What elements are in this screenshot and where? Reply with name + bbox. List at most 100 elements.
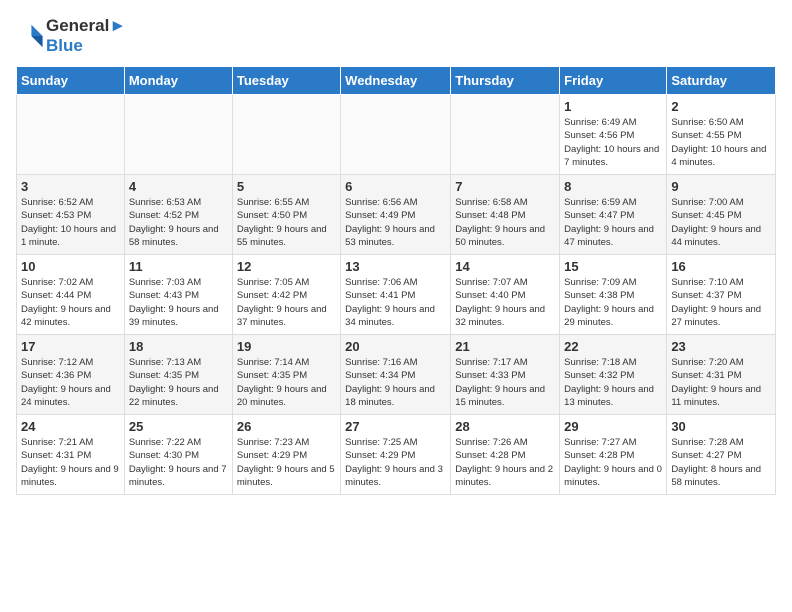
weekday-header: Saturday [667, 67, 776, 95]
day-info: Sunrise: 6:56 AM Sunset: 4:49 PM Dayligh… [345, 196, 446, 249]
day-number: 7 [455, 179, 555, 194]
day-info: Sunrise: 7:03 AM Sunset: 4:43 PM Dayligh… [129, 276, 228, 329]
calendar-week-row: 10 Sunrise: 7:02 AM Sunset: 4:44 PM Dayli… [17, 255, 776, 335]
day-number: 12 [237, 259, 336, 274]
calendar-cell [451, 95, 560, 175]
calendar-cell: 21 Sunrise: 7:17 AM Sunset: 4:33 PM Dayli… [451, 335, 560, 415]
weekday-header: Monday [124, 67, 232, 95]
calendar-cell: 16 Sunrise: 7:10 AM Sunset: 4:37 PM Dayli… [667, 255, 776, 335]
weekday-header: Sunday [17, 67, 125, 95]
calendar-cell: 30Sunrise: 7:28 AM Sunset: 4:27 PM Dayli… [667, 415, 776, 495]
calendar-cell: 17 Sunrise: 7:12 AM Sunset: 4:36 PM Dayli… [17, 335, 125, 415]
calendar-cell: 24 Sunrise: 7:21 AM Sunset: 4:31 PM Dayli… [17, 415, 125, 495]
day-info: Sunrise: 7:13 AM Sunset: 4:35 PM Dayligh… [129, 356, 228, 409]
day-number: 17 [21, 339, 120, 354]
day-number: 21 [455, 339, 555, 354]
calendar-cell [17, 95, 125, 175]
weekday-header: Wednesday [341, 67, 451, 95]
day-number: 25 [129, 419, 228, 434]
calendar-week-row: 3Sunrise: 6:52 AM Sunset: 4:53 PM Daylig… [17, 175, 776, 255]
calendar-cell: 10 Sunrise: 7:02 AM Sunset: 4:44 PM Dayli… [17, 255, 125, 335]
day-number: 24 [21, 419, 120, 434]
day-number: 10 [21, 259, 120, 274]
calendar-cell [341, 95, 451, 175]
day-number: 16 [671, 259, 771, 274]
calendar-cell [124, 95, 232, 175]
calendar-cell: 8 Sunrise: 6:59 AM Sunset: 4:47 PM Daylig… [560, 175, 667, 255]
calendar-cell: 9 Sunrise: 7:00 AM Sunset: 4:45 PM Daylig… [667, 175, 776, 255]
day-info: Sunrise: 6:49 AM Sunset: 4:56 PM Dayligh… [564, 116, 662, 169]
day-number: 9 [671, 179, 771, 194]
day-info: Sunrise: 7:10 AM Sunset: 4:37 PM Dayligh… [671, 276, 771, 329]
day-number: 5 [237, 179, 336, 194]
day-info: Sunrise: 6:52 AM Sunset: 4:53 PM Dayligh… [21, 196, 120, 249]
day-info: Sunrise: 7:07 AM Sunset: 4:40 PM Dayligh… [455, 276, 555, 329]
day-info: Sunrise: 7:21 AM Sunset: 4:31 PM Dayligh… [21, 436, 120, 489]
day-number: 23 [671, 339, 771, 354]
day-info: Sunrise: 7:16 AM Sunset: 4:34 PM Dayligh… [345, 356, 446, 409]
day-number: 4 [129, 179, 228, 194]
day-info: Sunrise: 7:17 AM Sunset: 4:33 PM Dayligh… [455, 356, 555, 409]
day-number: 1 [564, 99, 662, 114]
calendar-cell: 2 Sunrise: 6:50 AM Sunset: 4:55 PM Daylig… [667, 95, 776, 175]
weekday-header-row: SundayMondayTuesdayWednesdayThursdayFrid… [17, 67, 776, 95]
header: General► Blue [16, 16, 776, 56]
day-number: 29 [564, 419, 662, 434]
calendar-cell: 25Sunrise: 7:22 AM Sunset: 4:30 PM Dayli… [124, 415, 232, 495]
day-info: Sunrise: 7:23 AM Sunset: 4:29 PM Dayligh… [237, 436, 336, 489]
calendar-cell: 14Sunrise: 7:07 AM Sunset: 4:40 PM Dayli… [451, 255, 560, 335]
calendar-cell: 19 Sunrise: 7:14 AM Sunset: 4:35 PM Dayli… [232, 335, 340, 415]
day-info: Sunrise: 6:53 AM Sunset: 4:52 PM Dayligh… [129, 196, 228, 249]
calendar-cell: 27Sunrise: 7:25 AM Sunset: 4:29 PM Dayli… [341, 415, 451, 495]
day-number: 22 [564, 339, 662, 354]
day-info: Sunrise: 6:59 AM Sunset: 4:47 PM Dayligh… [564, 196, 662, 249]
day-number: 13 [345, 259, 446, 274]
day-info: Sunrise: 6:50 AM Sunset: 4:55 PM Dayligh… [671, 116, 771, 169]
day-number: 15 [564, 259, 662, 274]
day-info: Sunrise: 7:26 AM Sunset: 4:28 PM Dayligh… [455, 436, 555, 489]
day-number: 6 [345, 179, 446, 194]
calendar-cell: 7Sunrise: 6:58 AM Sunset: 4:48 PM Daylig… [451, 175, 560, 255]
calendar-cell: 11 Sunrise: 7:03 AM Sunset: 4:43 PM Dayli… [124, 255, 232, 335]
day-info: Sunrise: 7:00 AM Sunset: 4:45 PM Dayligh… [671, 196, 771, 249]
day-number: 8 [564, 179, 662, 194]
day-info: Sunrise: 7:09 AM Sunset: 4:38 PM Dayligh… [564, 276, 662, 329]
day-number: 11 [129, 259, 228, 274]
calendar-cell: 6 Sunrise: 6:56 AM Sunset: 4:49 PM Daylig… [341, 175, 451, 255]
weekday-header: Thursday [451, 67, 560, 95]
logo-text: General► Blue [46, 16, 126, 56]
calendar-cell: 26 Sunrise: 7:23 AM Sunset: 4:29 PM Dayli… [232, 415, 340, 495]
calendar-cell: 5Sunrise: 6:55 AM Sunset: 4:50 PM Daylig… [232, 175, 340, 255]
day-number: 30 [671, 419, 771, 434]
day-info: Sunrise: 7:14 AM Sunset: 4:35 PM Dayligh… [237, 356, 336, 409]
calendar-week-row: 24 Sunrise: 7:21 AM Sunset: 4:31 PM Dayli… [17, 415, 776, 495]
weekday-header: Friday [560, 67, 667, 95]
day-number: 2 [671, 99, 771, 114]
day-info: Sunrise: 7:27 AM Sunset: 4:28 PM Dayligh… [564, 436, 662, 489]
calendar-cell: 20Sunrise: 7:16 AM Sunset: 4:34 PM Dayli… [341, 335, 451, 415]
calendar-cell: 12 Sunrise: 7:05 AM Sunset: 4:42 PM Dayli… [232, 255, 340, 335]
day-info: Sunrise: 7:02 AM Sunset: 4:44 PM Dayligh… [21, 276, 120, 329]
calendar-week-row: 1 Sunrise: 6:49 AM Sunset: 4:56 PM Daylig… [17, 95, 776, 175]
calendar-cell: 22 Sunrise: 7:18 AM Sunset: 4:32 PM Dayli… [560, 335, 667, 415]
day-number: 28 [455, 419, 555, 434]
logo: General► Blue [16, 16, 126, 56]
calendar-cell: 13 Sunrise: 7:06 AM Sunset: 4:41 PM Dayli… [341, 255, 451, 335]
day-info: Sunrise: 7:06 AM Sunset: 4:41 PM Dayligh… [345, 276, 446, 329]
calendar-cell: 29 Sunrise: 7:27 AM Sunset: 4:28 PM Dayli… [560, 415, 667, 495]
day-info: Sunrise: 7:12 AM Sunset: 4:36 PM Dayligh… [21, 356, 120, 409]
logo-icon [16, 22, 44, 50]
calendar-cell: 23 Sunrise: 7:20 AM Sunset: 4:31 PM Dayli… [667, 335, 776, 415]
day-info: Sunrise: 7:25 AM Sunset: 4:29 PM Dayligh… [345, 436, 446, 489]
day-number: 26 [237, 419, 336, 434]
day-info: Sunrise: 7:05 AM Sunset: 4:42 PM Dayligh… [237, 276, 336, 329]
day-info: Sunrise: 7:18 AM Sunset: 4:32 PM Dayligh… [564, 356, 662, 409]
day-number: 19 [237, 339, 336, 354]
calendar-cell [232, 95, 340, 175]
calendar-cell: 4 Sunrise: 6:53 AM Sunset: 4:52 PM Daylig… [124, 175, 232, 255]
calendar-cell: 18Sunrise: 7:13 AM Sunset: 4:35 PM Dayli… [124, 335, 232, 415]
weekday-header: Tuesday [232, 67, 340, 95]
calendar-table: SundayMondayTuesdayWednesdayThursdayFrid… [16, 66, 776, 495]
calendar-cell: 1 Sunrise: 6:49 AM Sunset: 4:56 PM Daylig… [560, 95, 667, 175]
day-info: Sunrise: 7:20 AM Sunset: 4:31 PM Dayligh… [671, 356, 771, 409]
